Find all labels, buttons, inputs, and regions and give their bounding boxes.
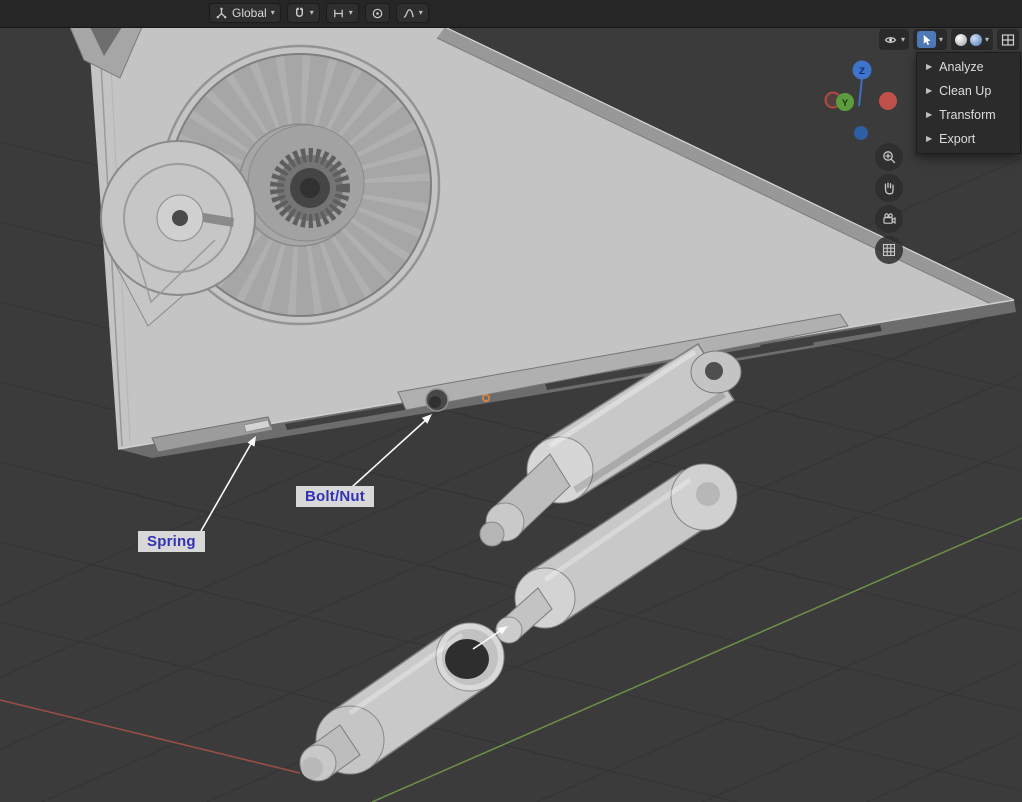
chevron-down-icon: ▾	[349, 9, 353, 17]
editor-grid-button[interactable]	[997, 29, 1019, 50]
viewport-shading-group: ▾	[951, 29, 993, 50]
hand-icon	[881, 180, 897, 196]
chevron-down-icon: ▾	[901, 36, 905, 44]
proportional-circle-icon	[371, 7, 384, 20]
annotation-bolt-nut: Bolt/Nut	[296, 486, 374, 507]
menu-item-analyze[interactable]: ▶ Analyze	[917, 55, 1020, 79]
ortho-grid-icon	[881, 242, 897, 258]
perspective-toggle-button[interactable]	[875, 236, 903, 264]
snap-increment-icon	[332, 7, 345, 20]
chevron-down-icon: ▾	[419, 9, 423, 17]
chevron-down-icon: ▾	[271, 9, 275, 17]
chevron-down-icon: ▾	[985, 36, 989, 44]
magnifier-plus-icon	[881, 149, 897, 165]
submenu-arrow-icon: ▶	[926, 135, 932, 143]
menu-item-clean-up[interactable]: ▶ Clean Up	[917, 79, 1020, 103]
viewport-overlay-toolbar: ▾ ▾ ▾	[879, 29, 1019, 50]
submenu-arrow-icon: ▶	[926, 87, 932, 95]
submenu-arrow-icon: ▶	[926, 63, 932, 71]
camera-view-button[interactable]	[875, 205, 903, 233]
viewport-header: Global ▾ ▾ ▾	[0, 0, 1022, 28]
gizmo-toggle-dropdown[interactable]: ▾	[913, 29, 947, 50]
chevron-down-icon: ▾	[310, 9, 314, 17]
menu-item-label: Transform	[939, 108, 996, 122]
active-tool-button[interactable]	[917, 31, 936, 48]
magnet-icon	[293, 7, 306, 20]
axis-z-negative-handle[interactable]	[854, 126, 868, 140]
annotation-spring: Spring	[138, 531, 205, 552]
falloff-curve-icon	[402, 7, 415, 20]
transform-orientation-dropdown[interactable]: Global ▾	[209, 3, 281, 23]
shading-solid-button[interactable]	[955, 34, 967, 46]
zoom-button[interactable]	[875, 143, 903, 171]
shading-material-button[interactable]	[970, 34, 982, 46]
chevron-down-icon: ▾	[939, 36, 943, 44]
camera-icon	[881, 211, 897, 227]
grid-layout-icon	[1001, 33, 1015, 47]
context-menu: ▶ Analyze ▶ Clean Up ▶ Transform ▶ Expor…	[916, 52, 1021, 154]
falloff-dropdown[interactable]: ▾	[396, 3, 429, 23]
menu-item-transform[interactable]: ▶ Transform	[917, 103, 1020, 127]
proportional-editing-button[interactable]	[365, 3, 390, 23]
eye-icon	[883, 33, 898, 47]
snap-toggle-dropdown[interactable]: ▾	[287, 3, 320, 23]
menu-item-export[interactable]: ▶ Export	[917, 127, 1020, 151]
show-overlays-dropdown[interactable]: ▾	[879, 29, 909, 50]
orientation-global-icon	[215, 7, 228, 20]
submenu-arrow-icon: ▶	[926, 111, 932, 119]
cursor-arrow-icon	[920, 33, 933, 46]
axis-x-handle[interactable]	[879, 92, 897, 110]
menu-item-label: Export	[939, 132, 975, 146]
viewport-nav-buttons	[875, 143, 903, 264]
menu-item-label: Clean Up	[939, 84, 991, 98]
snap-target-dropdown[interactable]: ▾	[326, 3, 359, 23]
menu-item-label: Analyze	[939, 60, 983, 74]
axis-y-label: Y	[842, 98, 848, 108]
orientation-label: Global	[232, 6, 267, 20]
viewport-canvas[interactable]: Z Y	[0, 0, 1022, 802]
pan-button[interactable]	[875, 174, 903, 202]
axis-z-label: Z	[859, 66, 865, 77]
